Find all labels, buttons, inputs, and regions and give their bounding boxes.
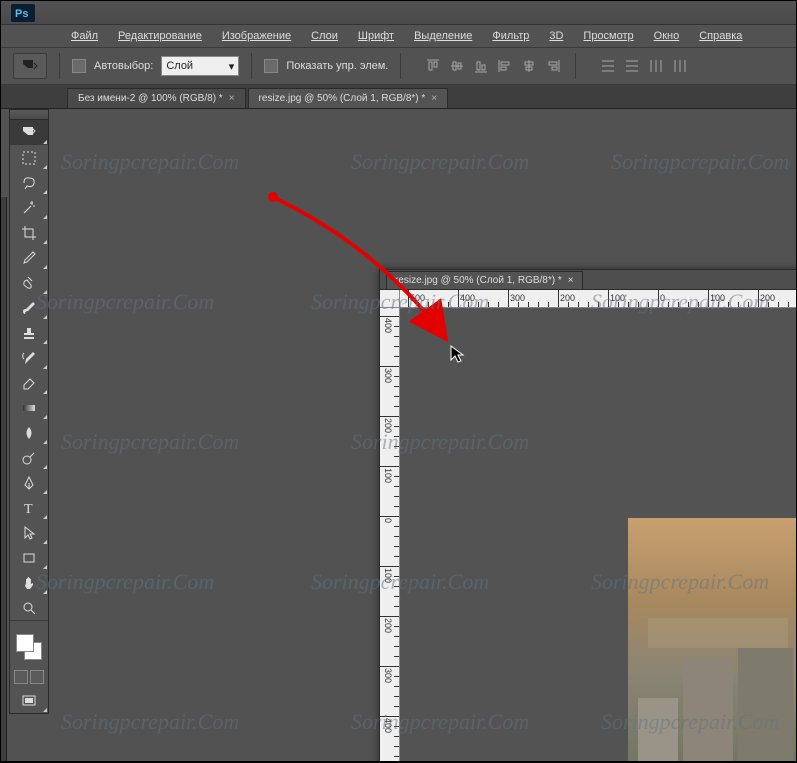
menu-image[interactable]: Изображение [212, 27, 301, 45]
zoom-tool[interactable] [10, 595, 48, 620]
close-icon[interactable]: × [431, 93, 437, 104]
align-top-icon[interactable] [423, 56, 443, 76]
menu-view[interactable]: Просмотр [573, 27, 643, 45]
document-canvas[interactable] [400, 308, 796, 761]
align-group [423, 56, 563, 76]
align-right-icon[interactable] [543, 56, 563, 76]
type-tool[interactable]: T [10, 495, 48, 520]
auto-select-dropdown[interactable]: Слой▾ [161, 56, 239, 76]
path-select-tool[interactable] [10, 520, 48, 545]
quickmask-mode-button[interactable] [30, 670, 44, 684]
tool-preset-button[interactable] [13, 53, 47, 79]
lasso-tool[interactable] [10, 170, 48, 195]
stamp-tool[interactable] [10, 320, 48, 345]
toolbox-grip[interactable] [10, 110, 48, 120]
pen-tool[interactable] [10, 470, 48, 495]
gradient-tool[interactable] [10, 395, 48, 420]
screen-mode-button[interactable] [10, 688, 48, 713]
eraser-tool[interactable] [10, 370, 48, 395]
ps-logo-icon: Ps [9, 3, 37, 23]
rectangle-tool[interactable] [10, 545, 48, 570]
auto-select-label: Автовыбор: [94, 60, 153, 72]
menu-help[interactable]: Справка [689, 27, 752, 45]
document-tabs: Без имени-2 @ 100% (RGB/8) * × resize.jp… [1, 85, 796, 109]
menu-filter[interactable]: Фильтр [482, 27, 539, 45]
distribute-group [598, 56, 690, 76]
eyedropper-tool[interactable] [10, 245, 48, 270]
hand-tool[interactable] [10, 570, 48, 595]
menu-layers[interactable]: Слои [301, 27, 348, 45]
align-vcenter-icon[interactable] [447, 56, 467, 76]
workspace: T resize.jpg @ 50% (Слой [1, 109, 796, 761]
marquee-tool[interactable] [10, 145, 48, 170]
chevron-down-icon: ▾ [229, 60, 235, 73]
history-brush-tool[interactable] [10, 345, 48, 370]
move-tool[interactable] [10, 120, 48, 145]
tab-document-1[interactable]: Без имени-2 @ 100% (RGB/8) * × [67, 88, 246, 108]
image-content [628, 518, 796, 761]
menu-window[interactable]: Окно [644, 27, 690, 45]
dodge-tool[interactable] [10, 445, 48, 470]
dist-3-icon[interactable] [646, 56, 666, 76]
blur-tool[interactable] [10, 420, 48, 445]
fg-color-swatch[interactable] [16, 634, 34, 652]
color-swatches[interactable] [10, 628, 48, 666]
align-hcenter-icon[interactable] [519, 56, 539, 76]
standard-mode-button[interactable] [14, 670, 28, 684]
dist-1-icon[interactable] [598, 56, 618, 76]
floating-document-window[interactable]: resize.jpg @ 50% (Слой 1, RGB/8*) * × 50… [379, 269, 796, 761]
svg-text:Ps: Ps [15, 8, 28, 20]
tab-document-2[interactable]: resize.jpg @ 50% (Слой 1, RGB/8*) * × [248, 88, 449, 108]
align-bottom-icon[interactable] [471, 56, 491, 76]
wand-tool[interactable] [10, 195, 48, 220]
dist-2-icon[interactable] [622, 56, 642, 76]
brush-tool[interactable] [10, 295, 48, 320]
healing-tool[interactable] [10, 270, 48, 295]
main-menu: Файл Редактирование Изображение Слои Шри… [1, 25, 796, 47]
cursor-icon [449, 344, 465, 364]
toolbox: T [9, 109, 49, 714]
dist-4-icon[interactable] [670, 56, 690, 76]
floating-doc-tab[interactable]: resize.jpg @ 50% (Слой 1, RGB/8*) * × [386, 271, 583, 289]
titlebar[interactable]: Ps [1, 1, 796, 25]
menu-select[interactable]: Выделение [404, 27, 482, 45]
photoshop-window: Ps Файл Редактирование Изображение Слои … [1, 1, 796, 761]
ruler-origin[interactable] [380, 290, 400, 308]
show-controls-checkbox[interactable] [264, 59, 278, 73]
auto-select-checkbox[interactable] [72, 59, 86, 73]
menu-edit[interactable]: Редактирование [108, 27, 212, 45]
menu-file[interactable]: Файл [61, 27, 108, 45]
crop-tool[interactable] [10, 220, 48, 245]
show-controls-label: Показать упр. элем. [286, 60, 388, 72]
align-left-icon[interactable] [495, 56, 515, 76]
close-icon[interactable]: × [568, 275, 574, 286]
vertical-ruler[interactable]: 4003002001000100200300400 [380, 308, 400, 761]
horizontal-ruler[interactable]: 5004003002001000100200 [400, 290, 796, 308]
floating-doc-titlebar[interactable]: resize.jpg @ 50% (Слой 1, RGB/8*) * × [380, 270, 796, 290]
menu-3d[interactable]: 3D [539, 27, 573, 45]
svg-text:T: T [24, 502, 33, 516]
close-icon[interactable]: × [229, 93, 235, 104]
options-bar: Автовыбор: Слой▾ Показать упр. элем. [1, 47, 796, 85]
menu-type[interactable]: Шрифт [348, 27, 404, 45]
